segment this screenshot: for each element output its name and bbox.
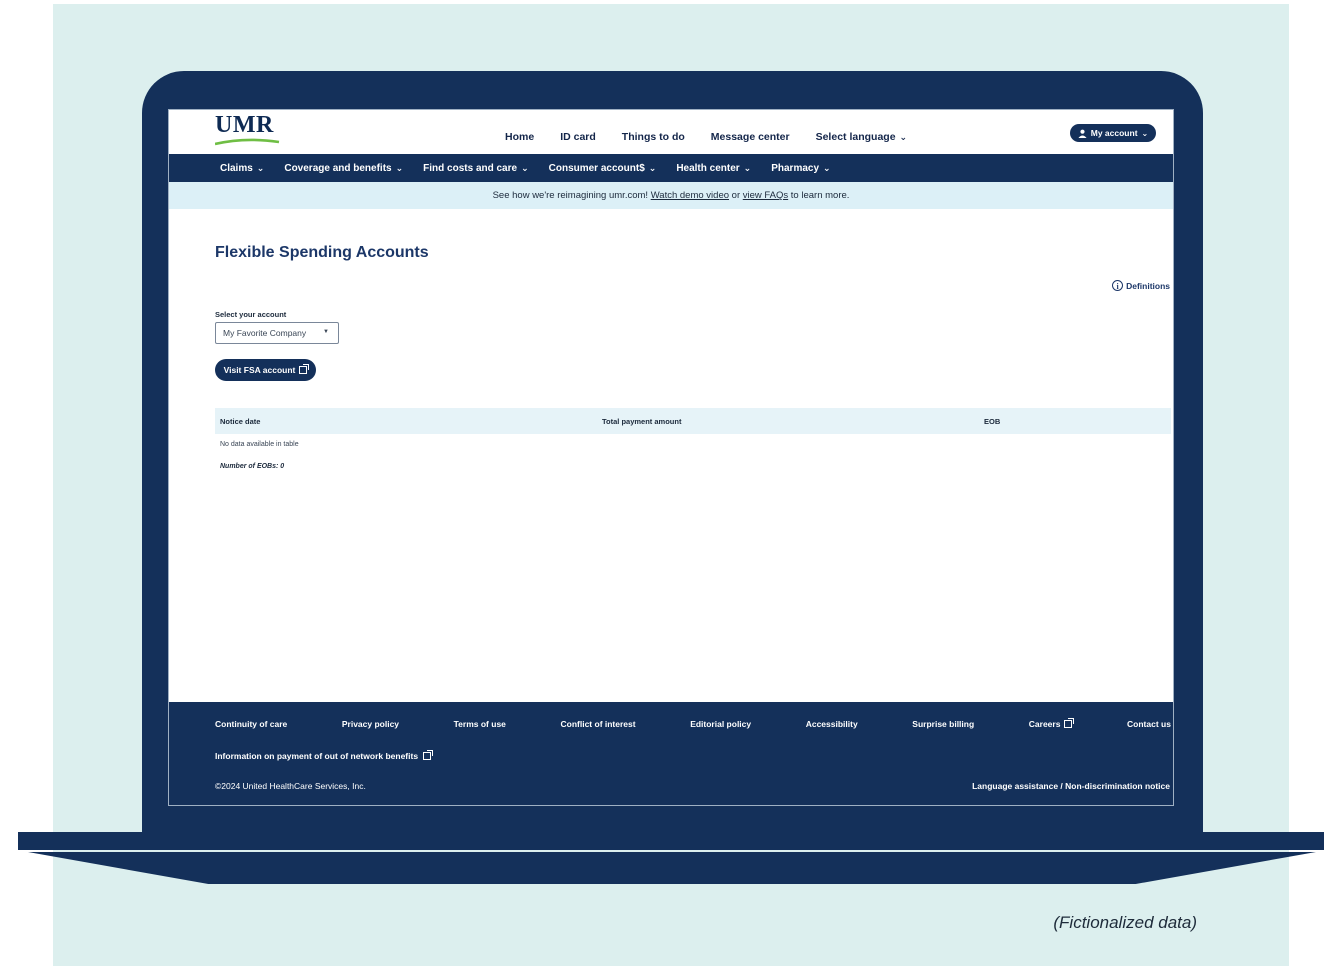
main-nav-label: Pharmacy bbox=[771, 162, 820, 174]
careers-label: Careers bbox=[1028, 719, 1061, 729]
external-link-icon bbox=[423, 750, 434, 760]
table-header-row: Notice date Total payment amount EOB bbox=[215, 408, 1171, 434]
logo-swoosh-icon bbox=[215, 138, 280, 146]
top-nav-id-card[interactable]: ID card bbox=[560, 131, 596, 143]
laptop-base-bottom bbox=[28, 852, 1316, 884]
top-nav-things-to-do[interactable]: Things to do bbox=[622, 131, 685, 143]
main-nav-label: Coverage and benefits bbox=[284, 162, 392, 174]
definitions-label: Definitions bbox=[1126, 280, 1170, 291]
footer-link-careers[interactable]: Careers bbox=[1028, 718, 1075, 729]
footer: Continuity of care Privacy policy Terms … bbox=[169, 702, 1173, 805]
main-nav-claims[interactable]: Claims ⌄ bbox=[220, 163, 264, 174]
external-link-icon bbox=[299, 364, 310, 374]
chevron-down-icon: ⌄ bbox=[648, 162, 657, 173]
main-nav-label: Find costs and care bbox=[423, 162, 518, 174]
language-notice-link[interactable]: Language assistance / Non-discrimination… bbox=[972, 781, 1170, 791]
eob-table: Notice date Total payment amount EOB No … bbox=[215, 408, 1171, 470]
main-nav-consumer-account[interactable]: Consumer account$ ⌄ bbox=[549, 163, 657, 174]
chevron-down-icon: ⌄ bbox=[1141, 128, 1149, 138]
footer-link-accessibility[interactable]: Accessibility bbox=[806, 719, 858, 729]
top-nav: Home ID card Things to do Message center… bbox=[505, 131, 933, 143]
chevron-down-icon: ⌄ bbox=[899, 132, 908, 142]
eob-count: Number of EOBs: 0 bbox=[220, 463, 285, 470]
banner-text-mid: or bbox=[729, 190, 743, 201]
footer-link-privacy[interactable]: Privacy policy bbox=[342, 719, 399, 729]
definitions-link[interactable]: i Definitions bbox=[1112, 280, 1170, 291]
column-eob[interactable]: EOB bbox=[979, 417, 1171, 426]
user-icon bbox=[1078, 129, 1087, 138]
info-icon: i bbox=[1112, 280, 1124, 291]
main-nav: Claims ⌄ Coverage and benefits ⌄ Find cost… bbox=[169, 154, 1173, 182]
chevron-down-icon: ⌄ bbox=[395, 162, 404, 173]
column-total-payment[interactable]: Total payment amount bbox=[597, 417, 979, 426]
external-link-icon bbox=[1064, 718, 1075, 728]
fsa-button-label: Visit FSA account bbox=[223, 365, 296, 375]
chevron-down-icon: ⌄ bbox=[743, 162, 752, 173]
out-of-network-label: Information on payment of out of network… bbox=[215, 751, 419, 761]
watch-demo-link[interactable]: Watch demo video bbox=[651, 190, 729, 201]
footer-link-conflict[interactable]: Conflict of interest bbox=[561, 719, 636, 729]
main-nav-find-costs[interactable]: Find costs and care ⌄ bbox=[423, 163, 528, 174]
chevron-down-icon: ⌄ bbox=[823, 162, 831, 173]
my-account-label: My account bbox=[1090, 128, 1138, 138]
main-nav-label: Health center bbox=[676, 162, 740, 174]
top-nav-home[interactable]: Home bbox=[505, 131, 534, 143]
main-nav-coverage[interactable]: Coverage and benefits ⌄ bbox=[284, 163, 403, 174]
chevron-down-icon: ⌄ bbox=[521, 162, 529, 173]
main-nav-label: Consumer account$ bbox=[548, 162, 645, 174]
chevron-down-icon: ⌄ bbox=[256, 162, 265, 173]
logo-text: UMR bbox=[215, 112, 274, 138]
top-header: UMR Home ID card Things to do Message ce… bbox=[169, 110, 1173, 154]
main-nav-label: Claims bbox=[220, 162, 253, 174]
main-nav-health-center[interactable]: Health center ⌄ bbox=[676, 163, 751, 174]
table-empty-message: No data available in table bbox=[220, 441, 299, 448]
top-nav-select-language[interactable]: Select language ⌄ bbox=[816, 131, 908, 143]
my-account-button[interactable]: My account ⌄ bbox=[1070, 124, 1156, 142]
footer-link-contact[interactable]: Contact us bbox=[1127, 719, 1171, 729]
visit-fsa-account-button[interactable]: Visit FSA account bbox=[215, 359, 316, 381]
copyright: ©2024 United HealthCare Services, Inc. bbox=[215, 781, 366, 791]
footer-link-continuity[interactable]: Continuity of care bbox=[215, 719, 287, 729]
top-nav-message-center[interactable]: Message center bbox=[711, 131, 790, 143]
footer-link-surprise-billing[interactable]: Surprise billing bbox=[912, 719, 974, 729]
page-title: Flexible Spending Accounts bbox=[215, 244, 429, 261]
account-select-value: My Favorite Company bbox=[223, 328, 307, 338]
browser-screen: UMR Home ID card Things to do Message ce… bbox=[168, 109, 1174, 806]
out-of-network-link[interactable]: Information on payment of out of network… bbox=[215, 750, 434, 761]
footer-link-terms[interactable]: Terms of use bbox=[454, 719, 506, 729]
footer-link-editorial[interactable]: Editorial policy bbox=[690, 719, 751, 729]
select-account-label: Select your account bbox=[215, 310, 287, 319]
umr-logo[interactable]: UMR bbox=[215, 112, 281, 148]
caret-down-icon: ▼ bbox=[323, 329, 329, 335]
main-content: Flexible Spending Accounts i Definitions… bbox=[169, 209, 1173, 702]
info-banner: See how we're reimagining umr.com! Watch… bbox=[169, 182, 1173, 209]
fictionalized-caption: (Fictionalized data) bbox=[1053, 913, 1197, 932]
banner-text-after: to learn more. bbox=[788, 190, 850, 201]
column-notice-date[interactable]: Notice date bbox=[215, 417, 597, 426]
main-nav-pharmacy[interactable]: Pharmacy ⌄ bbox=[771, 163, 830, 174]
account-select[interactable]: My Favorite Company ▼ bbox=[215, 322, 339, 344]
footer-links: Continuity of care Privacy policy Terms … bbox=[215, 718, 1171, 729]
laptop-base bbox=[18, 832, 1324, 850]
banner-text-before: See how we're reimagining umr.com! bbox=[492, 190, 651, 201]
view-faqs-link[interactable]: view FAQs bbox=[743, 190, 788, 201]
select-language-label: Select language bbox=[815, 131, 896, 143]
